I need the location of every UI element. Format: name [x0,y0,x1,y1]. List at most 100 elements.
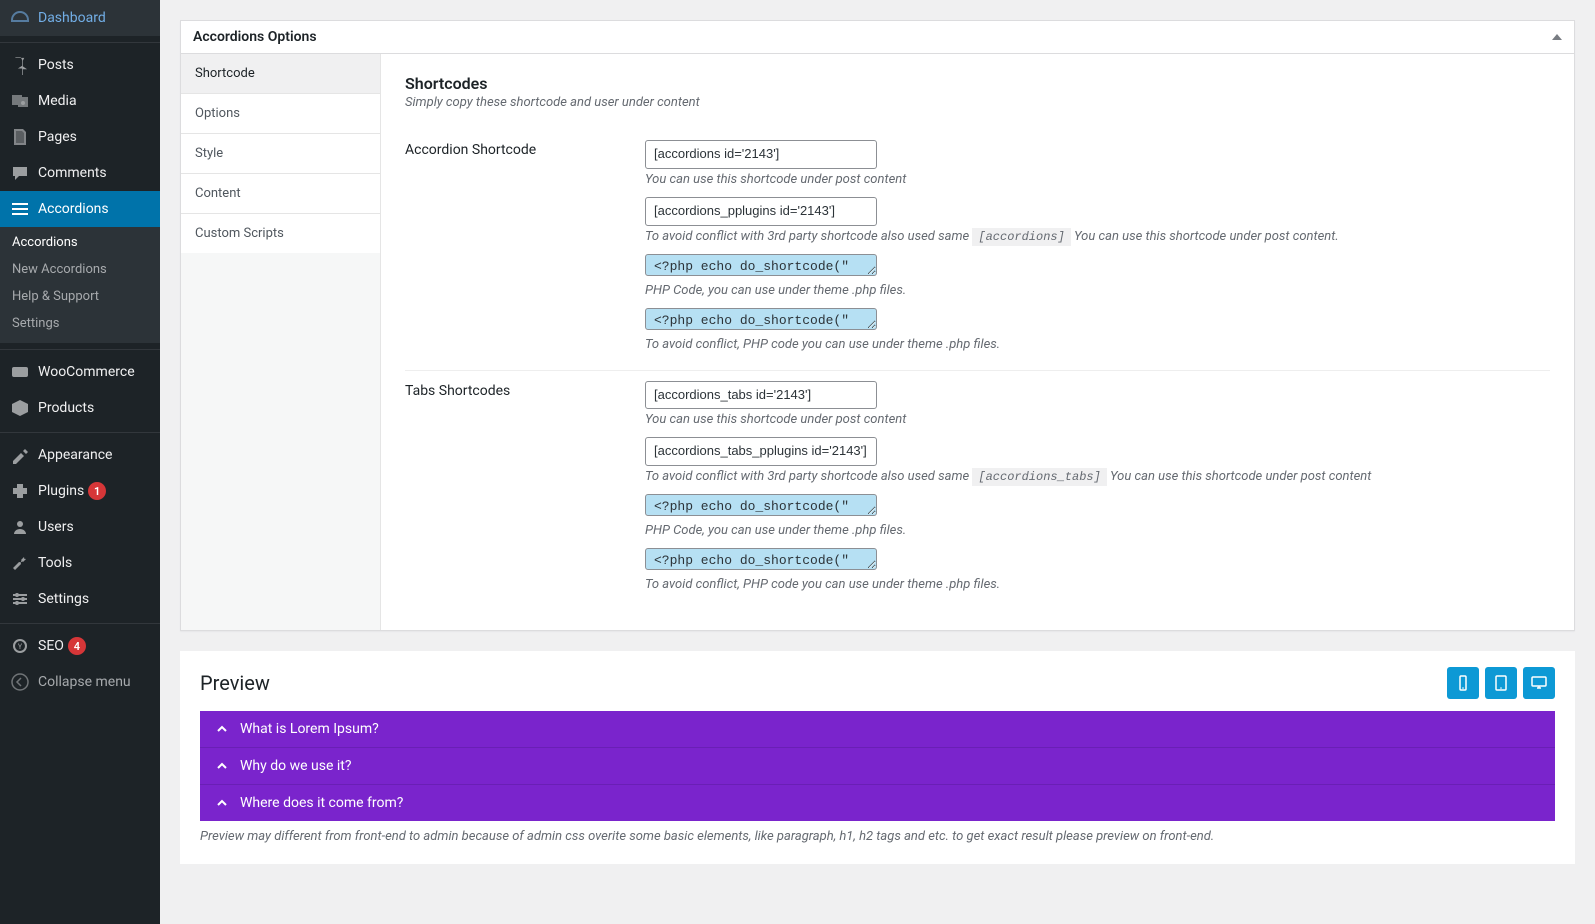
accordion-php2-help: To avoid conflict, PHP code you can use … [645,337,1550,352]
accordion-item-1[interactable]: What is Lorem Ipsum? [200,711,1555,748]
menu-accordions[interactable]: Accordions [0,191,160,227]
accordion-item-label: What is Lorem Ipsum? [240,721,379,737]
menu-pages[interactable]: Pages [0,119,160,155]
tabs-shortcode-input[interactable] [645,381,877,410]
menu-settings[interactable]: Settings [0,581,160,617]
accordion-php2-textarea[interactable] [645,308,877,330]
device-buttons [1447,667,1555,699]
menu-collapse[interactable]: Collapse menu [0,664,160,700]
pin-icon [10,55,30,75]
menu-seo[interactable]: Y SEO 4 [0,628,160,664]
postbox-title: Accordions Options [193,29,317,45]
plugins-badge: 1 [88,482,106,500]
menu-label: Media [38,93,77,109]
menu-label: Tools [38,555,72,571]
settings-content: Shortcodes Simply copy these shortcode a… [381,54,1574,630]
admin-sidebar: Dashboard Posts Media Pages Comments Acc… [0,0,160,924]
shortcodes-heading: Shortcodes [405,74,1550,93]
shortcodes-subheading: Simply copy these shortcode and user und… [405,95,1550,110]
submenu-accordions[interactable]: Accordions [0,227,160,256]
submenu-settings[interactable]: Settings [0,310,160,337]
menu-label: Accordions [38,201,109,217]
submenu-new-accordions[interactable]: New Accordions [0,256,160,283]
plugins-icon [10,481,30,501]
accordion-pplugins-help: To avoid conflict with 3rd party shortco… [645,229,1550,244]
menu-appearance[interactable]: Appearance [0,437,160,473]
media-icon [10,91,30,111]
tabs-shortcode-label: Tabs Shortcodes [405,370,645,610]
tab-style[interactable]: Style [181,134,380,174]
chevron-up-icon [214,721,230,737]
settings-icon [10,589,30,609]
preview-heading: Preview [200,671,270,695]
code-accordions: [accordions] [972,228,1070,246]
woocommerce-icon [10,362,30,382]
settings-tabs: Shortcode Options Style Content Custom S… [181,54,381,630]
accordion-preview: What is Lorem Ipsum? Why do we use it? W… [200,711,1555,821]
tab-options[interactable]: Options [181,94,380,134]
toggle-up-icon [1552,34,1562,40]
users-icon [10,517,30,537]
menu-plugins[interactable]: Plugins 1 [0,473,160,509]
device-desktop-button[interactable] [1523,667,1555,699]
tabs-pplugins-input[interactable] [645,437,877,466]
chevron-up-icon [214,758,230,774]
code-accordions-tabs: [accordions_tabs] [972,468,1106,486]
accordion-item-label: Why do we use it? [240,758,351,774]
menu-dashboard[interactable]: Dashboard [0,0,160,36]
products-icon [10,398,30,418]
preview-note: Preview may different from front-end to … [200,829,1555,844]
menu-users[interactable]: Users [0,509,160,545]
main-content: Accordions Options Shortcode Options Sty… [160,0,1595,924]
accordion-item-2[interactable]: Why do we use it? [200,748,1555,785]
menu-tools[interactable]: Tools [0,545,160,581]
accordion-item-3[interactable]: Where does it come from? [200,785,1555,821]
menu-woocommerce[interactable]: WooCommerce [0,354,160,390]
tabs-php2-help: To avoid conflict, PHP code you can use … [645,577,1550,592]
accordions-options-postbox: Accordions Options Shortcode Options Sty… [180,20,1575,631]
menu-label: Appearance [38,447,112,463]
svg-text:Y: Y [18,643,23,651]
accordion-php-textarea[interactable] [645,254,877,276]
tab-shortcode[interactable]: Shortcode [181,54,380,94]
accordions-icon [10,199,30,219]
submenu-help-support[interactable]: Help & Support [0,283,160,310]
accordion-item-label: Where does it come from? [240,795,403,811]
menu-label: Plugins [38,483,84,499]
accordion-shortcode-label: Accordion Shortcode [405,130,645,370]
preview-postbox: Preview What is Lorem Ipsum? Why do we u… [180,651,1575,864]
tabs-pplugins-help: To avoid conflict with 3rd party shortco… [645,469,1550,484]
postbox-header[interactable]: Accordions Options [181,21,1574,54]
tab-custom-scripts[interactable]: Custom Scripts [181,214,380,253]
appearance-icon [10,445,30,465]
comments-icon [10,163,30,183]
tabs-php2-textarea[interactable] [645,548,877,570]
collapse-icon [10,672,30,692]
menu-label: Comments [38,165,107,181]
menu-label: Posts [38,57,74,73]
tabs-shortcode-help: You can use this shortcode under post co… [645,412,1550,427]
menu-posts[interactable]: Posts [0,47,160,83]
dashboard-icon [10,8,30,28]
menu-comments[interactable]: Comments [0,155,160,191]
tools-icon [10,553,30,573]
tabs-php-help: PHP Code, you can use under theme .php f… [645,523,1550,538]
chevron-up-icon [214,795,230,811]
menu-label: Products [38,400,94,416]
tab-content[interactable]: Content [181,174,380,214]
accordion-shortcode-input[interactable] [645,140,877,169]
menu-label: Users [38,519,74,535]
menu-products[interactable]: Products [0,390,160,426]
menu-label: Pages [38,129,77,145]
accordion-php-help: PHP Code, you can use under theme .php f… [645,283,1550,298]
accordions-submenu: Accordions New Accordions Help & Support… [0,227,160,343]
device-tablet-button[interactable] [1485,667,1517,699]
menu-label: Collapse menu [38,674,131,690]
accordion-pplugins-input[interactable] [645,197,877,226]
accordion-shortcode-help: You can use this shortcode under post co… [645,172,1550,187]
tabs-php-textarea[interactable] [645,494,877,516]
seo-icon: Y [10,636,30,656]
device-mobile-button[interactable] [1447,667,1479,699]
menu-label: Settings [38,591,89,607]
menu-media[interactable]: Media [0,83,160,119]
